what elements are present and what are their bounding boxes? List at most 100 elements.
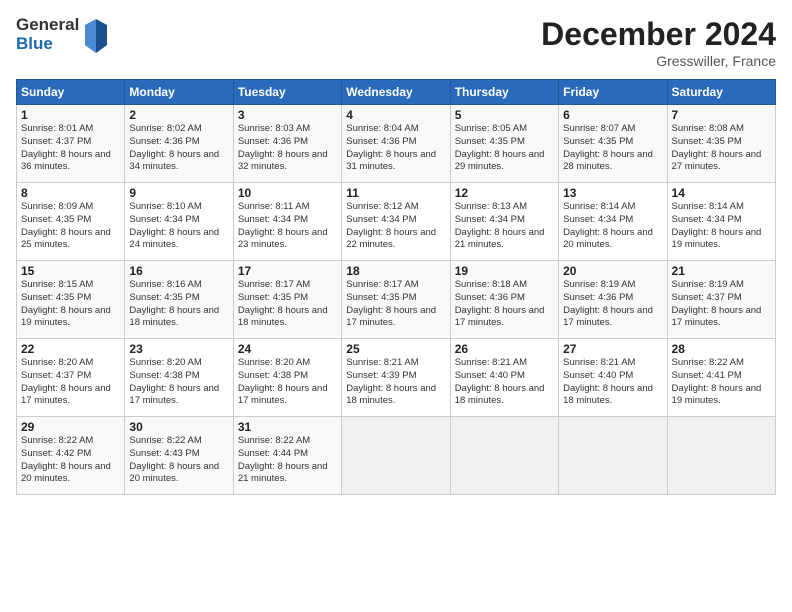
sunset-label: Sunset: 4:35 PM [21,214,91,225]
calendar-week-row: 1 Sunrise: 8:01 AM Sunset: 4:37 PM Dayli… [17,105,776,183]
sunset-label: Sunset: 4:44 PM [238,448,308,459]
day-info: Sunrise: 8:20 AM Sunset: 4:38 PM Dayligh… [129,357,228,408]
sunrise-label: Sunrise: 8:04 AM [346,123,418,134]
calendar-cell: 2 Sunrise: 8:02 AM Sunset: 4:36 PM Dayli… [125,105,233,183]
sunset-label: Sunset: 4:35 PM [563,136,633,147]
sunrise-label: Sunrise: 8:16 AM [129,279,201,290]
calendar-cell: 6 Sunrise: 8:07 AM Sunset: 4:35 PM Dayli… [559,105,667,183]
day-info: Sunrise: 8:21 AM Sunset: 4:39 PM Dayligh… [346,357,445,408]
sunset-label: Sunset: 4:36 PM [346,136,416,147]
month-title: December 2024 [541,16,776,53]
sunset-label: Sunset: 4:35 PM [129,292,199,303]
day-number: 19 [455,264,554,278]
daylight-label: Daylight: 8 hours and 17 minutes. [129,383,219,407]
daylight-label: Daylight: 8 hours and 17 minutes. [455,305,545,329]
sunrise-label: Sunrise: 8:02 AM [129,123,201,134]
day-number: 4 [346,108,445,122]
sunset-label: Sunset: 4:37 PM [672,292,742,303]
sunrise-label: Sunrise: 8:22 AM [238,435,310,446]
sunset-label: Sunset: 4:40 PM [455,370,525,381]
calendar-cell: 1 Sunrise: 8:01 AM Sunset: 4:37 PM Dayli… [17,105,125,183]
daylight-label: Daylight: 8 hours and 27 minutes. [672,149,762,173]
day-info: Sunrise: 8:16 AM Sunset: 4:35 PM Dayligh… [129,279,228,330]
sunset-label: Sunset: 4:35 PM [672,136,742,147]
calendar-cell: 9 Sunrise: 8:10 AM Sunset: 4:34 PM Dayli… [125,183,233,261]
sunset-label: Sunset: 4:34 PM [238,214,308,225]
day-info: Sunrise: 8:21 AM Sunset: 4:40 PM Dayligh… [563,357,662,408]
calendar-cell: 25 Sunrise: 8:21 AM Sunset: 4:39 PM Dayl… [342,339,450,417]
day-info: Sunrise: 8:15 AM Sunset: 4:35 PM Dayligh… [21,279,120,330]
day-number: 11 [346,186,445,200]
day-number: 9 [129,186,228,200]
daylight-label: Daylight: 8 hours and 36 minutes. [21,149,111,173]
location: Gresswiller, France [541,53,776,69]
calendar-cell: 26 Sunrise: 8:21 AM Sunset: 4:40 PM Dayl… [450,339,558,417]
daylight-label: Daylight: 8 hours and 18 minutes. [455,383,545,407]
sunset-label: Sunset: 4:34 PM [129,214,199,225]
sunrise-label: Sunrise: 8:08 AM [672,123,744,134]
col-monday: Monday [125,80,233,105]
daylight-label: Daylight: 8 hours and 23 minutes. [238,227,328,251]
day-info: Sunrise: 8:11 AM Sunset: 4:34 PM Dayligh… [238,201,337,252]
calendar-cell: 20 Sunrise: 8:19 AM Sunset: 4:36 PM Dayl… [559,261,667,339]
calendar-cell: 27 Sunrise: 8:21 AM Sunset: 4:40 PM Dayl… [559,339,667,417]
calendar-cell [450,417,558,495]
calendar-cell: 4 Sunrise: 8:04 AM Sunset: 4:36 PM Dayli… [342,105,450,183]
sunrise-label: Sunrise: 8:11 AM [238,201,310,212]
calendar-cell: 11 Sunrise: 8:12 AM Sunset: 4:34 PM Dayl… [342,183,450,261]
sunset-label: Sunset: 4:34 PM [346,214,416,225]
daylight-label: Daylight: 8 hours and 17 minutes. [238,383,328,407]
calendar-cell: 22 Sunrise: 8:20 AM Sunset: 4:37 PM Dayl… [17,339,125,417]
sunrise-label: Sunrise: 8:12 AM [346,201,418,212]
calendar-cell: 13 Sunrise: 8:14 AM Sunset: 4:34 PM Dayl… [559,183,667,261]
day-number: 29 [21,420,120,434]
sunset-label: Sunset: 4:34 PM [563,214,633,225]
day-info: Sunrise: 8:17 AM Sunset: 4:35 PM Dayligh… [346,279,445,330]
day-number: 30 [129,420,228,434]
daylight-label: Daylight: 8 hours and 18 minutes. [129,305,219,329]
sunset-label: Sunset: 4:37 PM [21,370,91,381]
day-number: 22 [21,342,120,356]
sunrise-label: Sunrise: 8:10 AM [129,201,201,212]
day-info: Sunrise: 8:22 AM Sunset: 4:43 PM Dayligh… [129,435,228,486]
sunset-label: Sunset: 4:38 PM [238,370,308,381]
daylight-label: Daylight: 8 hours and 31 minutes. [346,149,436,173]
day-info: Sunrise: 8:14 AM Sunset: 4:34 PM Dayligh… [672,201,771,252]
sunrise-label: Sunrise: 8:15 AM [21,279,93,290]
sunset-label: Sunset: 4:40 PM [563,370,633,381]
day-info: Sunrise: 8:22 AM Sunset: 4:42 PM Dayligh… [21,435,120,486]
logo-icon [81,17,111,53]
calendar-cell: 5 Sunrise: 8:05 AM Sunset: 4:35 PM Dayli… [450,105,558,183]
sunrise-label: Sunrise: 8:22 AM [672,357,744,368]
daylight-label: Daylight: 8 hours and 28 minutes. [563,149,653,173]
day-number: 15 [21,264,120,278]
daylight-label: Daylight: 8 hours and 19 minutes. [21,305,111,329]
daylight-label: Daylight: 8 hours and 21 minutes. [238,461,328,485]
calendar-cell [559,417,667,495]
daylight-label: Daylight: 8 hours and 18 minutes. [563,383,653,407]
title-block: December 2024 Gresswiller, France [541,16,776,69]
day-number: 31 [238,420,337,434]
day-info: Sunrise: 8:18 AM Sunset: 4:36 PM Dayligh… [455,279,554,330]
daylight-label: Daylight: 8 hours and 19 minutes. [672,383,762,407]
calendar-cell [667,417,775,495]
day-info: Sunrise: 8:05 AM Sunset: 4:35 PM Dayligh… [455,123,554,174]
calendar-week-row: 22 Sunrise: 8:20 AM Sunset: 4:37 PM Dayl… [17,339,776,417]
calendar-cell: 3 Sunrise: 8:03 AM Sunset: 4:36 PM Dayli… [233,105,341,183]
col-friday: Friday [559,80,667,105]
sunset-label: Sunset: 4:43 PM [129,448,199,459]
sunrise-label: Sunrise: 8:13 AM [455,201,527,212]
daylight-label: Daylight: 8 hours and 34 minutes. [129,149,219,173]
calendar-cell: 19 Sunrise: 8:18 AM Sunset: 4:36 PM Dayl… [450,261,558,339]
calendar-cell: 31 Sunrise: 8:22 AM Sunset: 4:44 PM Dayl… [233,417,341,495]
daylight-label: Daylight: 8 hours and 29 minutes. [455,149,545,173]
day-info: Sunrise: 8:04 AM Sunset: 4:36 PM Dayligh… [346,123,445,174]
calendar-cell: 15 Sunrise: 8:15 AM Sunset: 4:35 PM Dayl… [17,261,125,339]
sunrise-label: Sunrise: 8:20 AM [21,357,93,368]
day-number: 26 [455,342,554,356]
sunset-label: Sunset: 4:39 PM [346,370,416,381]
day-number: 21 [672,264,771,278]
day-number: 28 [672,342,771,356]
day-info: Sunrise: 8:07 AM Sunset: 4:35 PM Dayligh… [563,123,662,174]
daylight-label: Daylight: 8 hours and 21 minutes. [455,227,545,251]
